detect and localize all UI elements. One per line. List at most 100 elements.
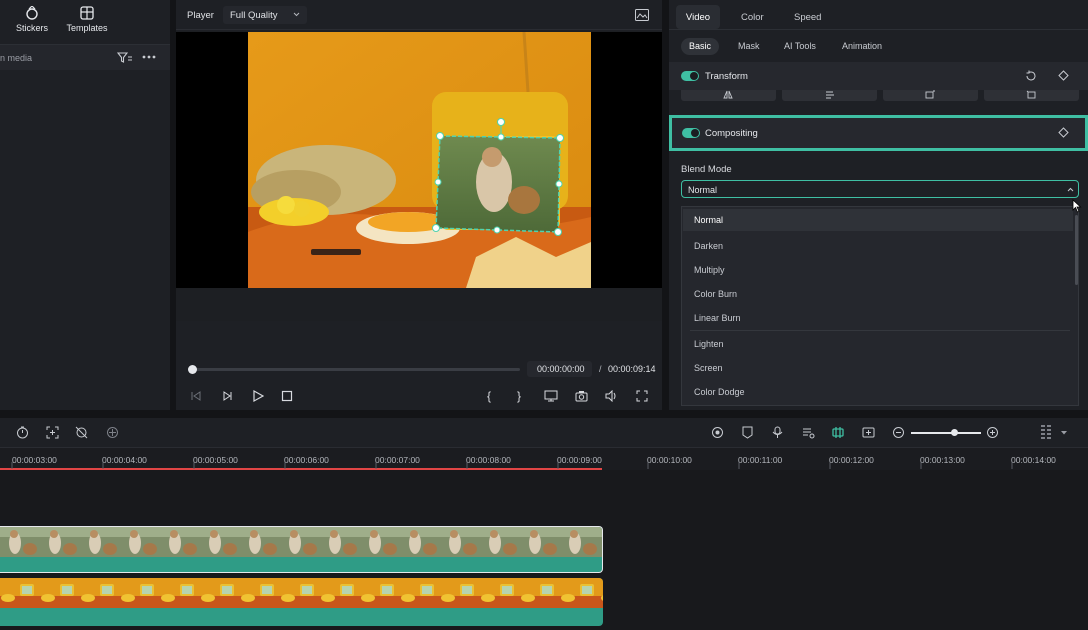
keyframe-icon[interactable]: [1058, 70, 1069, 81]
layout-chevron-icon[interactable]: [1061, 431, 1067, 435]
blend-option-normal[interactable]: Normal: [694, 215, 723, 225]
main-clip-thumbnails: [0, 578, 603, 608]
subtab-basic-label: Basic: [689, 41, 712, 51]
zoom-slider-track[interactable]: [911, 432, 981, 434]
blend-option-color-dodge[interactable]: Color Dodge: [694, 387, 745, 397]
tab-speed-label: Speed: [794, 12, 822, 23]
chevron-down-icon: [293, 12, 300, 17]
compositing-toggle[interactable]: [682, 128, 700, 138]
zoom-slider-handle[interactable]: [951, 429, 958, 436]
time-separator: /: [599, 364, 602, 374]
zoom-in-icon[interactable]: [986, 426, 999, 439]
mark-in-icon[interactable]: {: [487, 389, 491, 403]
layout-grid-icon[interactable]: [1040, 424, 1052, 441]
progress-handle[interactable]: [188, 365, 197, 374]
progress-track[interactable]: [192, 368, 520, 371]
video-preview[interactable]: [176, 32, 662, 288]
next-frame-icon[interactable]: [221, 390, 233, 402]
rotate-button[interactable]: [883, 90, 978, 101]
tab-divider: [669, 29, 1088, 30]
flip-vertical-icon: [826, 91, 834, 99]
blend-option-linear-burn[interactable]: Linear Burn: [694, 313, 741, 323]
play-icon[interactable]: [252, 390, 264, 402]
transform-section[interactable]: Transform: [669, 62, 1088, 90]
player-panel: Player Full Quality 00:00:00:00 / 00:00:…: [176, 0, 662, 410]
subtab-basic[interactable]: Basic: [681, 38, 720, 55]
flip-horizontal-icon: [723, 90, 733, 99]
subtab-mask-label: Mask: [738, 41, 760, 51]
player-header: Player Full Quality: [176, 0, 662, 30]
crop-zoom-icon[interactable]: [46, 426, 59, 439]
templates-tab-label: Templates: [66, 23, 108, 33]
subtab-ai-tools-label: AI Tools: [784, 41, 816, 51]
blend-mode-select[interactable]: Normal: [681, 180, 1079, 198]
chevron-up-icon: [1067, 187, 1074, 192]
dropdown-scrollbar[interactable]: [1075, 215, 1078, 285]
tab-video[interactable]: Video: [676, 5, 720, 29]
stop-icon[interactable]: [281, 390, 293, 402]
mark-out-icon[interactable]: }: [517, 389, 521, 403]
volume-icon[interactable]: [605, 390, 618, 402]
tab-speed[interactable]: Speed: [794, 12, 821, 23]
compositing-keyframe-icon[interactable]: [1058, 127, 1069, 138]
properties-panel: Video Color Speed Basic Mask AI Tools An…: [669, 0, 1088, 410]
stickers-tab[interactable]: Stickers: [7, 6, 57, 33]
color-match-icon[interactable]: [75, 426, 88, 439]
flip-horizontal-button[interactable]: [681, 90, 776, 101]
subtab-animation[interactable]: Animation: [834, 38, 890, 55]
crop-button[interactable]: [984, 90, 1079, 101]
fullscreen-icon[interactable]: [636, 390, 648, 402]
dropdown-divider: [690, 330, 1070, 331]
main-video-clip[interactable]: [0, 578, 603, 626]
audio-track-icon[interactable]: [802, 426, 815, 439]
tab-color[interactable]: Color: [741, 12, 764, 23]
blend-mode-value: Normal: [688, 185, 718, 195]
current-time: 00:00:00:00: [537, 364, 585, 374]
blend-option-color-burn[interactable]: Color Burn: [694, 289, 737, 299]
display-icon[interactable]: [544, 390, 558, 402]
zoom-out-icon[interactable]: [892, 426, 905, 439]
blend-option-multiply[interactable]: Multiply: [694, 265, 725, 275]
current-time-box[interactable]: 00:00:00:00: [527, 361, 592, 377]
total-time: 00:00:09:14: [608, 364, 656, 374]
microphone-icon[interactable]: [772, 426, 783, 439]
reset-icon[interactable]: [1025, 70, 1037, 82]
quality-select[interactable]: Full Quality: [223, 6, 307, 24]
filter-icon[interactable]: [117, 52, 133, 64]
media-filter-bar: n media: [0, 44, 170, 70]
prev-frame-icon[interactable]: [190, 390, 202, 402]
blend-option-lighten[interactable]: Lighten: [694, 339, 724, 349]
flip-vertical-button[interactable]: [782, 90, 877, 101]
blend-option-highlight: [683, 209, 1073, 231]
pip-video-clip[interactable]: [0, 526, 603, 573]
render-icon[interactable]: [711, 426, 724, 439]
compositing-label: Compositing: [705, 128, 758, 139]
transform-label: Transform: [705, 71, 748, 82]
quality-value: Full Quality: [230, 10, 278, 21]
blend-option-darken[interactable]: Darken: [694, 241, 723, 251]
blend-mode-label: Blend Mode: [681, 164, 732, 175]
subtab-mask[interactable]: Mask: [730, 38, 768, 55]
blend-option-screen[interactable]: Screen: [694, 363, 723, 373]
subtab-animation-label: Animation: [842, 41, 883, 51]
timeline-panel: 00:00:03:00 00:00:04:00 00:00:05:00 00:0…: [0, 418, 1088, 630]
mouse-cursor-icon: [1072, 199, 1082, 213]
more-icon[interactable]: [142, 55, 156, 59]
speed-icon[interactable]: [16, 426, 29, 439]
tab-color-label: Color: [741, 12, 764, 23]
split-icon[interactable]: [862, 426, 875, 439]
ai-icon[interactable]: [106, 426, 119, 439]
subtab-ai-tools[interactable]: AI Tools: [776, 38, 824, 55]
media-panel: Stickers Templates n media: [0, 0, 170, 410]
snap-icon[interactable]: [831, 426, 845, 439]
image-icon[interactable]: [635, 9, 649, 21]
snapshot-icon[interactable]: [575, 390, 588, 402]
pip-clip-thumbnails: [0, 527, 602, 557]
templates-tab[interactable]: Templates: [62, 6, 112, 33]
player-label: Player: [187, 10, 214, 21]
marker-icon[interactable]: [742, 426, 753, 439]
ruler-minor-ticks: [11, 462, 1013, 469]
compositing-section[interactable]: Compositing: [669, 115, 1088, 151]
transform-toggle[interactable]: [681, 71, 699, 81]
tab-video-label: Video: [685, 12, 711, 23]
